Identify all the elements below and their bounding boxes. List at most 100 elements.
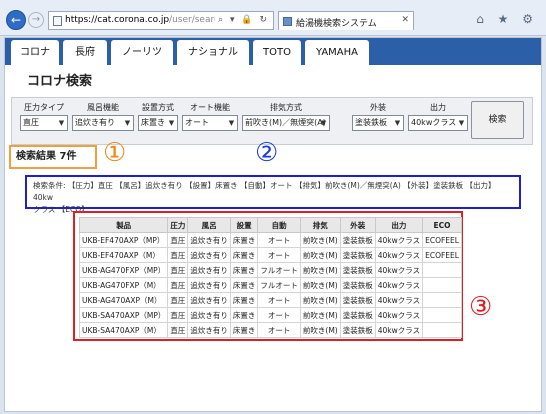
select-value: 追炊き有り — [75, 118, 115, 127]
filter-exterior: 外装 塗装鉄板 ▼ — [352, 102, 404, 131]
auto-cell: フルオート — [257, 262, 301, 278]
column-header: 製品 — [78, 217, 169, 233]
marker-3: ③ — [469, 292, 493, 322]
product-cell: UKB-AG470AXP（M） — [78, 292, 169, 308]
eco-cell: ECOFEEL — [422, 247, 462, 263]
column-header: 自動 — [257, 217, 301, 233]
filter-label: 風呂機能 — [87, 103, 119, 112]
marker-1: ① — [103, 138, 127, 168]
install-method-select[interactable]: 床置き ▼ — [138, 115, 178, 131]
pressure-type-select[interactable]: 直圧 ▼ — [20, 115, 68, 131]
chevron-down-icon: ▼ — [58, 119, 65, 127]
column-header: 出力 — [374, 217, 424, 233]
filter-label: 出力 — [430, 103, 446, 112]
chevron-down-icon: ▼ — [168, 119, 175, 127]
bath-function-select[interactable]: 追炊き有り ▼ — [72, 115, 134, 131]
forward-arrow-icon[interactable]: → — [28, 12, 44, 28]
chevron-down-icon: ▼ — [458, 119, 465, 127]
exhaust-cell: 前吹き(M) — [299, 292, 341, 308]
install-cell: 床置き — [229, 292, 259, 308]
table-header-row: 製品 圧力 風呂 設置 自動 排気 外装 出力 ECO — [78, 217, 462, 233]
pressure-cell: 直圧 — [167, 322, 189, 338]
auto-cell: オート — [257, 232, 301, 248]
back-arrow-icon[interactable]: ← — [6, 10, 26, 30]
bath-cell: 追炊き有り — [187, 277, 231, 293]
pressure-cell: 直圧 — [167, 262, 189, 278]
auto-cell: オート — [257, 307, 301, 323]
auto-function-select[interactable]: オート ▼ — [182, 115, 238, 131]
select-value: 塗装鉄板 — [355, 118, 387, 127]
eco-cell — [422, 277, 462, 293]
bath-cell: 追炊き有り — [187, 292, 231, 308]
filter-pressure-type: 圧力タイプ 直圧 ▼ — [20, 102, 68, 131]
pressure-cell: 直圧 — [167, 277, 189, 293]
exterior-cell: 塗装鉄板 — [339, 232, 376, 248]
exterior-cell: 塗装鉄板 — [339, 307, 376, 323]
address-url[interactable]: https://cat.corona.co.jp/user/search/cor… — [65, 15, 215, 25]
tab-yamaha[interactable]: YAMAHA — [305, 40, 369, 65]
page-icon — [53, 16, 62, 26]
tab-corona[interactable]: コロナ — [11, 40, 59, 65]
auto-cell: オート — [257, 322, 301, 338]
output-cell: 40kwクラス — [374, 322, 424, 338]
exhaust-cell: 前吹き(M) — [299, 307, 341, 323]
column-header: 圧力 — [167, 217, 189, 233]
exhaust-cell: 前吹き(M) — [299, 262, 341, 278]
exterior-cell: 塗装鉄板 — [339, 247, 376, 263]
chevron-down-icon: ▼ — [124, 119, 131, 127]
eco-cell: ECOFEEL — [422, 232, 462, 248]
output-cell: 40kwクラス — [374, 262, 424, 278]
product-cell: UKB-SA470AXP（MP） — [78, 307, 169, 323]
column-header: 風呂 — [187, 217, 231, 233]
table-row: UKB-AG470FXP（M） 直圧 追炊き有り 床置き フルオート 前吹き(M… — [78, 277, 462, 293]
output-select[interactable]: 40kwクラス ▼ — [408, 115, 468, 131]
tab-noritz[interactable]: ノーリツ — [111, 40, 173, 65]
table-row: UKB-SA470AXP（M） 直圧 追炊き有り 床置き オート 前吹き(M) … — [78, 322, 462, 338]
select-value: 前吹き(M)／無煙突(A) — [245, 118, 326, 127]
tab-chofu[interactable]: 長府 — [63, 40, 107, 65]
product-cell: UKB-SA470AXP（M） — [78, 322, 169, 338]
output-cell: 40kwクラス — [374, 232, 424, 248]
pressure-cell: 直圧 — [167, 307, 189, 323]
filter-label: 設置方式 — [142, 103, 174, 112]
install-cell: 床置き — [229, 277, 259, 293]
tab-toto[interactable]: TOTO — [253, 40, 301, 65]
page-title: コロナ検索 — [27, 74, 93, 89]
close-tab-icon[interactable]: ✕ — [401, 15, 409, 25]
table-row: UKB-EF470AXP（MP） 直圧 追炊き有り 床置き オート 前吹き(M)… — [78, 232, 462, 248]
results-count-label: 検索結果 7件 — [9, 145, 97, 169]
pressure-cell: 直圧 — [167, 232, 189, 248]
chevron-down-icon: ▼ — [320, 119, 327, 127]
search-button[interactable]: 検索 — [471, 101, 524, 139]
install-cell: 床置き — [229, 307, 259, 323]
output-cell: 40kwクラス — [374, 307, 424, 323]
auto-cell: オート — [257, 247, 301, 263]
home-star-gear-icons[interactable]: ⌂ ★ ⚙ — [476, 12, 538, 26]
marker-2: ② — [255, 138, 279, 168]
address-bar[interactable]: https://cat.corona.co.jp/user/search/cor… — [48, 11, 274, 30]
column-header: 外装 — [339, 217, 376, 233]
url-host: https://cat.corona.co.jp — [65, 15, 170, 25]
bath-cell: 追炊き有り — [187, 247, 231, 263]
exterior-cell: 塗装鉄板 — [339, 322, 376, 338]
exterior-cell: 塗装鉄板 — [339, 262, 376, 278]
eco-cell — [422, 307, 462, 323]
address-tools-icons[interactable]: ⌕ ▾ 🔒 ↻ — [218, 15, 269, 25]
results-table: 製品 圧力 風呂 設置 自動 排気 外装 出力 ECO UKB-EF470AXP… — [78, 217, 462, 338]
output-cell: 40kwクラス — [374, 292, 424, 308]
filter-output: 出力 40kwクラス ▼ — [408, 102, 468, 131]
install-cell: 床置き — [229, 232, 259, 248]
bath-cell: 追炊き有り — [187, 262, 231, 278]
exhaust-cell: 前吹き(M) — [299, 247, 341, 263]
browser-tab[interactable]: 給湯機検索システム ✕ — [278, 11, 414, 30]
tab-national[interactable]: ナショナル — [177, 40, 249, 65]
eco-cell — [422, 322, 462, 338]
search-conditions-line-1: 検索条件: 【圧力】直圧 【風呂】追炊き有り 【設置】床置き 【自動】オート 【… — [33, 181, 496, 202]
filter-label: オート機能 — [190, 103, 230, 112]
exhaust-method-select[interactable]: 前吹き(M)／無煙突(A) ▼ — [242, 115, 330, 131]
exterior-select[interactable]: 塗装鉄板 ▼ — [352, 115, 404, 131]
filter-bath-function: 風呂機能 追炊き有り ▼ — [72, 102, 134, 131]
column-header: ECO — [422, 217, 462, 233]
exhaust-cell: 前吹き(M) — [299, 277, 341, 293]
filter-exhaust-method: 排気方式 前吹き(M)／無煙突(A) ▼ — [242, 102, 330, 131]
